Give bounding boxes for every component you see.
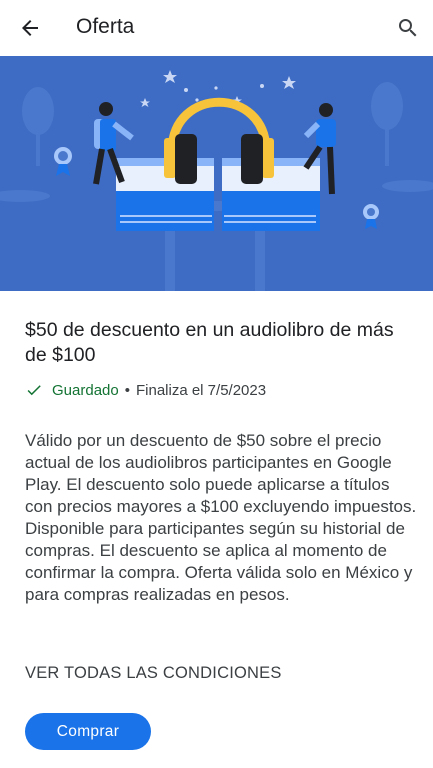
back-button[interactable] [14, 12, 46, 44]
offer-banner-illustration [0, 56, 433, 291]
buy-button[interactable]: Comprar [25, 713, 151, 750]
page-title: Oferta [76, 15, 135, 38]
arrow-back-icon [22, 20, 38, 36]
check-icon [27, 385, 41, 396]
offer-description: Válido por un descuento de $50 sobre el … [25, 431, 417, 604]
saved-label: Guardado [52, 381, 119, 399]
status-separator: • [124, 381, 130, 399]
offer-end-date: Finaliza el 7/5/2023 [135, 381, 267, 399]
audiobook-headphones-illustration [0, 56, 433, 291]
app-bar: Oferta [0, 0, 433, 56]
offer-headline: $50 de descuento en un audiolibro de más… [25, 319, 394, 366]
view-all-terms-link[interactable]: VER TODAS LAS CONDICIONES [25, 664, 282, 683]
search-button[interactable] [392, 12, 424, 44]
offer-status: Guardado • Finaliza el 7/5/2023 [25, 380, 266, 400]
search-icon [399, 19, 417, 37]
